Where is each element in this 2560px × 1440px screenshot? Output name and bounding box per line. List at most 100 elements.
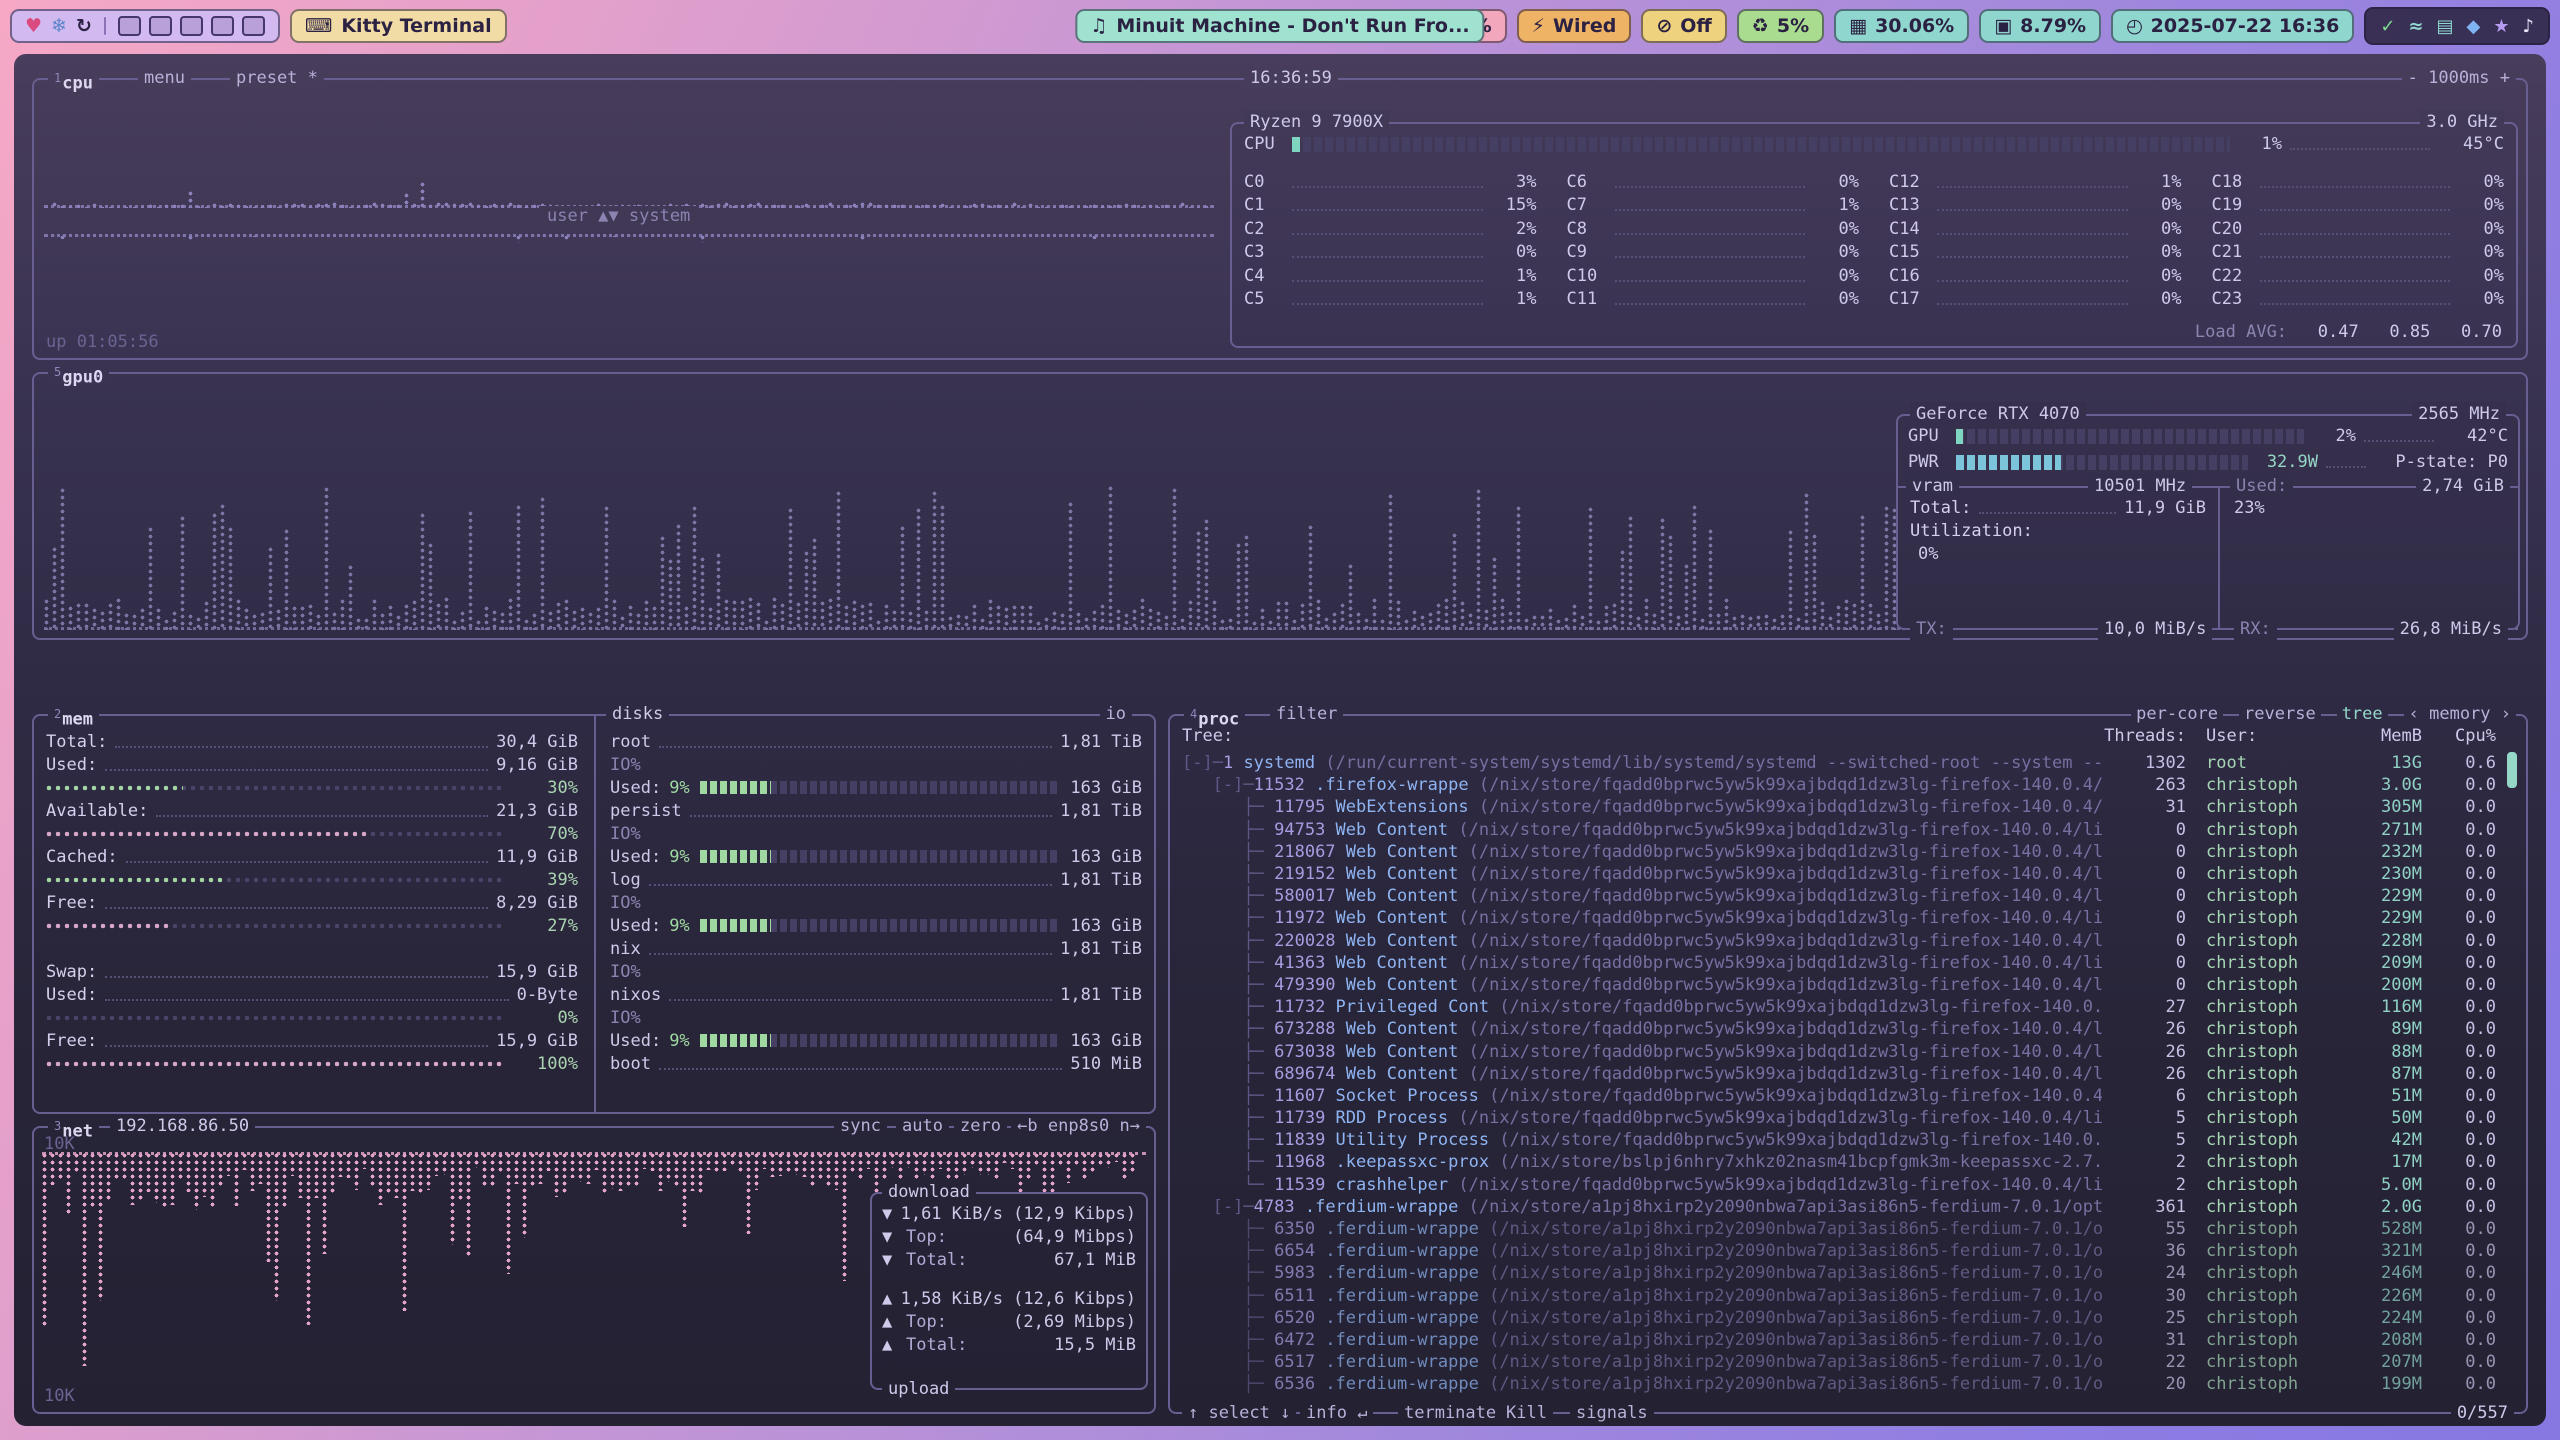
net-interface-switcher[interactable]: ←b enp8s0 n→ [1011, 1114, 1146, 1138]
scrollbar-thumb[interactable] [2507, 752, 2517, 788]
status-bar: ♥ ❄ ↻ ⌨ Kitty Terminal ♫ Minuit Machine … [10, 6, 2550, 46]
process-row[interactable]: ├─ 6472 .ferdium-wrappe (/nix/store/a1pj… [1182, 1329, 2496, 1351]
process-row[interactable]: ├─ 41363 Web Content (/nix/store/fqadd0b… [1182, 952, 2496, 974]
tray-icon[interactable]: ★ [2493, 16, 2509, 37]
process-row[interactable]: ├─ 5983 .ferdium-wrappe (/nix/store/a1pj… [1182, 1262, 2496, 1284]
process-row[interactable]: ├─ 673038 Web Content (/nix/store/fqadd0… [1182, 1040, 2496, 1062]
mem-panel-title[interactable]: 2mem [48, 702, 99, 726]
net-auto-button[interactable]: auto [896, 1114, 949, 1138]
process-row[interactable]: ├─ 6350 .ferdium-wrappe (/nix/store/a1pj… [1182, 1218, 2496, 1240]
process-row[interactable]: [-]─11532 .firefox-wrappe (/nix/store/fq… [1182, 774, 2496, 796]
col-user[interactable]: User: [2186, 726, 2336, 746]
process-row[interactable]: ├─ 6654 .ferdium-wrappe (/nix/store/a1pj… [1182, 1240, 2496, 1262]
gpu-panel: 5gpu0 GeForce RTX 4070 2565 MHz GPU 2% 4… [32, 372, 2528, 640]
process-row[interactable]: ├─ 479390 Web Content (/nix/store/fqadd0… [1182, 974, 2496, 996]
process-row[interactable]: └─ 11539 crashhelper (/nix/store/fqadd0b… [1182, 1174, 2496, 1196]
tray-icon[interactable]: ✓ [2380, 16, 2395, 37]
workspaces-module[interactable]: ♥ ❄ ↻ [10, 9, 280, 43]
process-row[interactable]: ├─ 11795 WebExtensions (/nix/store/fqadd… [1182, 796, 2496, 818]
menu-button[interactable]: menu [138, 66, 191, 90]
workspace-button[interactable] [180, 16, 203, 36]
reverse-toggle[interactable]: reverse [2239, 702, 2321, 726]
disk-used-row: Used:9%163 GiB [610, 776, 1142, 799]
process-row[interactable]: ├─ 219152 Web Content (/nix/store/fqadd0… [1182, 863, 2496, 885]
terminate-button[interactable]: terminate [1398, 1401, 1502, 1425]
process-row[interactable]: ├─ 6520 .ferdium-wrappe (/nix/store/a1pj… [1182, 1307, 2496, 1329]
mem-usage-bar [46, 827, 504, 841]
col-tree[interactable]: Tree: [1182, 726, 2102, 746]
process-row[interactable]: ├─ 11968 .keepassxc-prox (/nix/store/bsl… [1182, 1151, 2496, 1173]
process-scrollbar[interactable] [2507, 752, 2517, 1392]
process-row[interactable]: [-]─4783 .ferdium-wrappe (/nix/store/a1p… [1182, 1196, 2496, 1218]
proc-panel-title[interactable]: 4proc [1184, 702, 1245, 726]
terminal-icon: ⌨ [305, 15, 332, 37]
process-row[interactable]: ├─ 11732 Privileged Cont (/nix/store/fqa… [1182, 996, 2496, 1018]
disks-io-toggle[interactable]: io [1100, 702, 1132, 726]
process-row[interactable]: ├─ 11839 Utility Process (/nix/store/fqa… [1182, 1129, 2496, 1151]
disk-usage-bar [700, 850, 1061, 863]
toggle-module[interactable]: ⊘Off [1641, 9, 1726, 43]
process-panel: 4proc filter per-core reverse tree ‹ mem… [1168, 714, 2528, 1414]
core-usage: C90% [1567, 241, 1860, 265]
uptime: up 01:05:56 [46, 332, 159, 352]
process-row[interactable]: ├─ 11972 Web Content (/nix/store/fqadd0b… [1182, 907, 2496, 929]
info-button[interactable]: info ↵ [1300, 1401, 1373, 1425]
gpu-panel-title[interactable]: 5gpu0 [48, 360, 109, 384]
core-usage: C220% [2212, 264, 2505, 288]
col-threads[interactable]: Threads: [2102, 726, 2186, 746]
reload-icon[interactable]: ↻ [76, 15, 92, 37]
ip-address: 192.168.86.50 [110, 1114, 255, 1138]
tree-toggle[interactable]: tree [2337, 702, 2388, 726]
workspace-button[interactable] [211, 16, 234, 36]
cpu-module[interactable]: ♻5% [1737, 9, 1824, 43]
process-row[interactable]: ├─ 218067 Web Content (/nix/store/fqadd0… [1182, 841, 2496, 863]
window-title-module[interactable]: ⌨ Kitty Terminal [290, 9, 507, 43]
process-row[interactable]: ├─ 220028 Web Content (/nix/store/fqadd0… [1182, 930, 2496, 952]
process-row[interactable]: ├─ 580017 Web Content (/nix/store/fqadd0… [1182, 885, 2496, 907]
workspace-button[interactable] [118, 16, 141, 36]
net-sync-button[interactable]: sync [834, 1114, 887, 1138]
tray-icon[interactable]: ◆ [2467, 16, 2481, 37]
sort-column-selector[interactable]: ‹ memory › [2404, 702, 2516, 726]
update-interval-control[interactable]: - 1000ms + [2402, 66, 2516, 90]
net-zero-button[interactable]: zero [954, 1114, 1007, 1138]
mem-row: 0% [46, 1006, 578, 1029]
disks-divider [594, 716, 596, 1112]
process-row[interactable]: ├─ 11607 Socket Process (/nix/store/fqad… [1182, 1085, 2496, 1107]
process-row[interactable]: ├─ 6536 .ferdium-wrappe (/nix/store/a1pj… [1182, 1373, 2496, 1395]
process-row[interactable]: ├─ 6511 .ferdium-wrappe (/nix/store/a1pj… [1182, 1285, 2496, 1307]
workspace-button[interactable] [242, 16, 265, 36]
kill-button[interactable]: Kill [1500, 1401, 1553, 1425]
tray-icon[interactable]: ▤ [2437, 16, 2454, 37]
process-row[interactable]: ├─ 94753 Web Content (/nix/store/fqadd0b… [1182, 819, 2496, 841]
mem-row: Available:21,3 GiB [46, 799, 578, 822]
select-control[interactable]: ↑ select ↓ [1182, 1401, 1296, 1425]
col-cpu[interactable]: Cpu% [2422, 726, 2496, 746]
divider [104, 17, 106, 35]
net-stats: ▼1,61 KiB/s (12,9 Kibps)▼Top:(64,9 Mibps… [882, 1202, 1136, 1356]
per-core-toggle[interactable]: per-core [2131, 702, 2223, 726]
tray-icon[interactable]: ♪ [2523, 16, 2535, 37]
workspace-button[interactable] [149, 16, 172, 36]
process-row[interactable]: ├─ 6517 .ferdium-wrappe (/nix/store/a1pj… [1182, 1351, 2496, 1373]
tray-icon[interactable]: ≈ [2408, 16, 2423, 37]
disk-module[interactable]: ▣8.79% [1979, 9, 2101, 43]
load-average: Load AVG: 0.47 0.85 0.70 [2195, 322, 2502, 342]
memory-module[interactable]: ▦30.06% [1834, 9, 1969, 43]
process-row[interactable]: ├─ 689674 Web Content (/nix/store/fqadd0… [1182, 1063, 2496, 1085]
clock-module[interactable]: ◴2025-07-22 16:36 [2111, 9, 2354, 43]
preset-button[interactable]: preset * [230, 66, 324, 90]
process-row[interactable]: [-]─1 systemd (/run/current-system/syste… [1182, 752, 2496, 774]
col-mem[interactable]: MemB [2336, 726, 2422, 746]
media-module[interactable]: ♫ Minuit Machine - Don't Run Fro... [1075, 9, 1484, 43]
mem-title-label: mem [62, 710, 93, 730]
filter-button[interactable]: filter [1270, 702, 1343, 726]
process-row[interactable]: ├─ 11739 RDD Process (/nix/store/fqadd0b… [1182, 1107, 2496, 1129]
process-row[interactable]: ├─ 673288 Web Content (/nix/store/fqadd0… [1182, 1018, 2496, 1040]
cpu-detail-panel: Ryzen 9 7900X 3.0 GHz CPU 1% 45°C C03%C1… [1230, 122, 2518, 348]
signals-button[interactable]: signals [1570, 1401, 1654, 1425]
cpu-temperature: 45°C [2438, 134, 2504, 154]
cpu-panel-title[interactable]: 1cpu [48, 66, 99, 90]
disks-title[interactable]: disks [606, 702, 669, 726]
network-module[interactable]: ⚡Wired [1517, 9, 1632, 43]
